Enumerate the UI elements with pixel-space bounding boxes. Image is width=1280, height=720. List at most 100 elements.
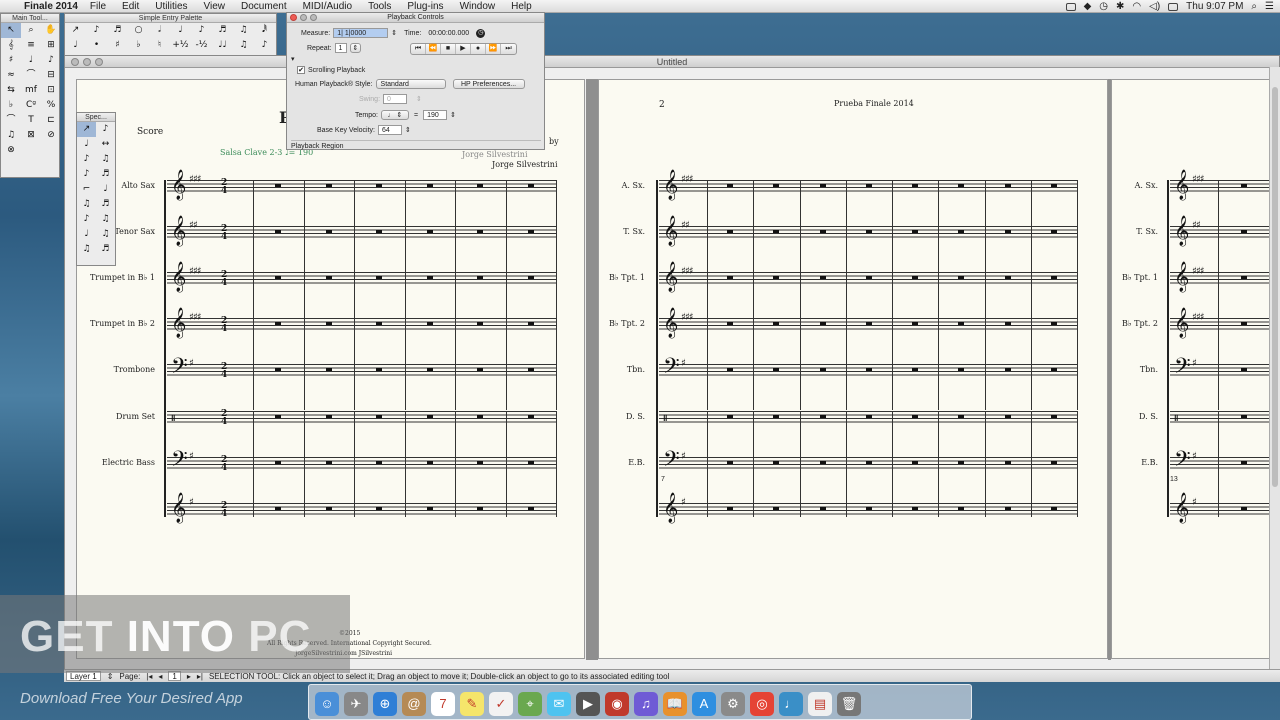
staff[interactable] [659, 503, 1077, 517]
whole-rest[interactable] [527, 230, 534, 233]
whole-rest[interactable] [426, 368, 433, 371]
whole-rest[interactable] [527, 184, 534, 187]
sp-beam-icon[interactable]: ♪ [77, 167, 96, 182]
smart-shape-icon[interactable]: ⌒ [21, 68, 41, 83]
contacts-icon[interactable]: @ [402, 692, 426, 716]
repeat-field[interactable]: 1 [334, 43, 347, 53]
whole-rest[interactable] [325, 368, 332, 371]
menu-app-name[interactable]: Finale 2014 [24, 1, 78, 12]
instrument-name[interactable]: A. Sx. [605, 181, 645, 190]
instrument-name[interactable]: B♭ Tpt. 1 [1118, 273, 1158, 282]
whole-rest[interactable] [477, 184, 484, 187]
time-signature[interactable]: 24 [221, 363, 227, 380]
messages-icon[interactable]: ✉ [547, 692, 571, 716]
volume-icon[interactable]: ◁) [1149, 1, 1160, 12]
bass-clef-icon[interactable]: 𝄢 [663, 449, 680, 475]
whole-rest[interactable] [275, 230, 282, 233]
whole-rest[interactable] [1050, 322, 1057, 325]
whole-rest[interactable] [912, 368, 919, 371]
treble-clef-icon[interactable]: 𝄞 [1174, 310, 1189, 336]
menu-document[interactable]: Document [241, 1, 287, 12]
whole-rest[interactable] [727, 184, 734, 187]
whole-rest[interactable] [275, 415, 282, 418]
key-signature[interactable]: ♯♯♯ [681, 312, 693, 323]
treble-clef-icon[interactable]: 𝄞 [1174, 264, 1189, 290]
text-tool-icon[interactable]: T [21, 113, 41, 128]
se-32nd-note-icon[interactable]: ♫ [233, 23, 254, 38]
whole-rest[interactable] [527, 368, 534, 371]
menu-tools[interactable]: Tools [368, 1, 391, 12]
whole-rest[interactable] [426, 276, 433, 279]
whole-rest[interactable] [275, 507, 282, 510]
key-signature[interactable]: ♯ [1192, 358, 1197, 369]
whole-rest[interactable] [727, 507, 734, 510]
sp-notehead-position-icon[interactable]: ♪ [96, 122, 115, 137]
wifi-icon[interactable]: ◠ [1132, 1, 1141, 12]
notes-icon[interactable]: ✎ [460, 692, 484, 716]
staff[interactable] [659, 411, 1077, 425]
se-select-icon[interactable]: ↗ [65, 23, 86, 38]
se-tuplet-icon[interactable]: ♬ [107, 23, 128, 38]
whole-rest[interactable] [773, 276, 780, 279]
photobooth-icon[interactable]: ◉ [605, 692, 629, 716]
instrument-name[interactable]: D. S. [605, 412, 645, 421]
expression-icon[interactable]: mf [21, 83, 41, 98]
instrument-name[interactable]: B♭ Tpt. 1 [605, 273, 645, 282]
whole-rest[interactable] [865, 276, 872, 279]
treble-clef-icon[interactable]: 𝄞 [171, 172, 186, 198]
chrome-icon[interactable]: ◎ [750, 692, 774, 716]
se-dot-icon[interactable]: • [86, 38, 107, 53]
sp-tie-icon[interactable]: ♬ [96, 197, 115, 212]
key-signature[interactable]: ♯♯♯ [681, 266, 693, 277]
whole-rest[interactable] [527, 276, 534, 279]
repeat-tool-icon[interactable]: ≈ [1, 68, 21, 83]
se-natural-icon[interactable]: ♮ [149, 38, 170, 53]
menu-file[interactable]: File [90, 1, 106, 12]
key-signature[interactable]: ♯ [681, 451, 686, 462]
whole-rest[interactable] [376, 184, 383, 187]
close-window-icon[interactable] [71, 58, 79, 66]
whole-rest[interactable] [325, 184, 332, 187]
time-signature[interactable]: 24 [221, 410, 227, 427]
key-signature[interactable]: ♯ [189, 358, 194, 369]
whole-rest[interactable] [958, 322, 965, 325]
whole-rest[interactable] [865, 461, 872, 464]
whole-rest[interactable] [477, 322, 484, 325]
whole-rest[interactable] [275, 322, 282, 325]
whole-rest[interactable] [819, 230, 826, 233]
documents-icon[interactable]: ▤ [808, 692, 832, 716]
instrument-name[interactable]: Tbn. [605, 365, 645, 374]
whole-rest[interactable] [958, 184, 965, 187]
whole-rest[interactable] [1241, 368, 1247, 371]
whole-rest[interactable] [773, 368, 780, 371]
whole-rest[interactable] [325, 415, 332, 418]
se-sharp-icon[interactable]: ♯ [107, 38, 128, 53]
treble-clef-icon[interactable]: 𝄞 [1174, 218, 1189, 244]
instrument-name[interactable]: D. S. [1118, 412, 1158, 421]
whole-rest[interactable] [773, 507, 780, 510]
key-signature[interactable]: ♯ [681, 497, 686, 508]
se-sixteenth-note-icon[interactable]: ♬ [212, 23, 233, 38]
sp-stem-direction-icon[interactable]: ♫ [96, 152, 115, 167]
instrument-name[interactable]: T. Sx. [1118, 227, 1158, 236]
selection-tool-icon[interactable]: ↖ [1, 23, 21, 38]
whole-rest[interactable] [958, 415, 965, 418]
whole-rest[interactable] [527, 415, 534, 418]
notification-center-icon[interactable]: ☰ [1265, 1, 1274, 12]
key-signature-icon[interactable]: ⊞ [41, 38, 61, 53]
bass-clef-icon[interactable]: 𝄢 [1174, 356, 1191, 382]
playback-minimize-icon[interactable] [300, 14, 307, 21]
whole-rest[interactable] [275, 184, 282, 187]
launchpad-icon[interactable]: ✈ [344, 692, 368, 716]
sp-flat-beam-icon[interactable]: ♫ [77, 197, 96, 212]
whole-rest[interactable] [1004, 507, 1011, 510]
se-grace-note-icon[interactable]: ♩ [65, 38, 86, 53]
se-half-step-up-icon[interactable]: +½ [170, 38, 191, 53]
battery-icon[interactable] [1168, 2, 1179, 11]
sp-custom-stem-icon[interactable]: ♫ [77, 242, 96, 257]
appstore-icon[interactable]: A [692, 692, 716, 716]
time-format-icon[interactable]: ◷ [476, 28, 486, 38]
whole-rest[interactable] [819, 368, 826, 371]
key-signature[interactable]: ♯♯ [1192, 220, 1201, 231]
ibooks-icon[interactable]: 📖 [663, 692, 687, 716]
